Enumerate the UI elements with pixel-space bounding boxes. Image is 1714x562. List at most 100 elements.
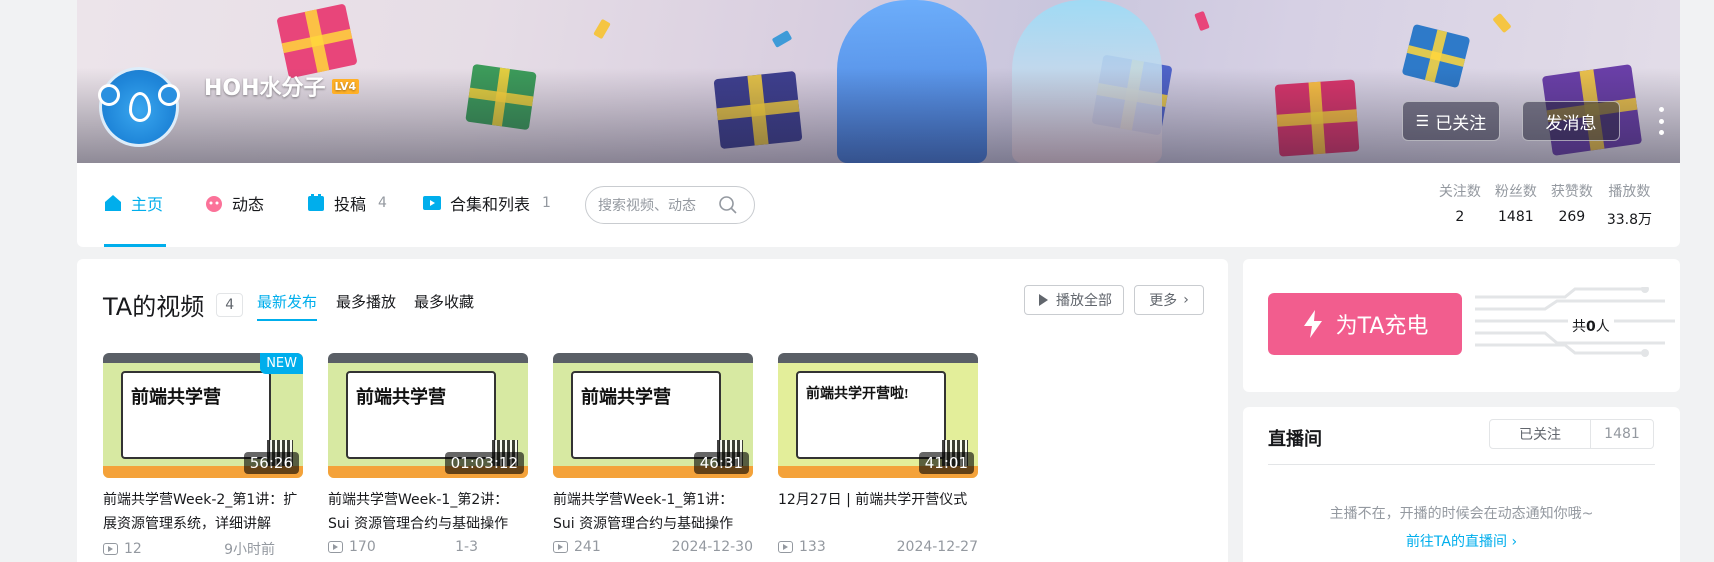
- video-card[interactable]: 前端共学开营啦! 41:01 12月27日 | 前端共学开营仪式 133 202…: [778, 353, 978, 555]
- play-count-icon: [103, 543, 118, 555]
- more-button[interactable]: 更多 ›: [1134, 285, 1204, 315]
- chevron-right-icon: ›: [1183, 292, 1189, 308]
- go-to-live-room-link[interactable]: 前往TA的直播间 ›: [1243, 531, 1680, 551]
- water-drop-icon: [129, 92, 151, 122]
- avatar[interactable]: [98, 67, 180, 147]
- charge-count-suffix: 人: [1595, 319, 1610, 335]
- live-followed-label[interactable]: 已关注: [1490, 420, 1591, 448]
- confetti-decoration: [1194, 10, 1210, 32]
- section-title-text: TA的视频: [103, 293, 205, 321]
- sort-most-played[interactable]: 最多播放: [336, 291, 396, 312]
- thumbnail-title: 前端共学营: [581, 387, 671, 407]
- live-follow-pill[interactable]: 已关注 1481: [1489, 419, 1654, 449]
- tab-dynamic[interactable]: 动态: [204, 191, 264, 215]
- thumbnail-panel: 前端共学营: [346, 371, 496, 459]
- view-count: 12: [103, 539, 142, 559]
- more-options-icon[interactable]: [1655, 107, 1667, 135]
- divider: [1268, 464, 1655, 465]
- tab-uploads-count: 4: [378, 195, 387, 211]
- video-meta: 241 2024-12-30: [553, 539, 753, 555]
- charge-card: 为TA充电 共0人: [1243, 259, 1680, 392]
- new-badge: NEW: [260, 353, 303, 374]
- publish-date: 2024-12-27: [896, 539, 978, 555]
- tab-collections[interactable]: 合集和列表 1: [422, 191, 551, 215]
- video-thumbnail[interactable]: 前端共学营 01:03:12: [328, 353, 528, 478]
- charge-count-prefix: 共: [1572, 319, 1586, 335]
- video-duration: 46:31: [693, 452, 749, 474]
- tab-collections-count: 1: [542, 195, 551, 211]
- live-room-title: 直播间: [1268, 429, 1322, 450]
- stats-group: 关注数 2 粉丝数 1481 获赞数 269 播放数 33.8万: [1439, 181, 1652, 229]
- live-follower-count: 1481: [1604, 426, 1640, 442]
- video-duration: 01:03:12: [444, 452, 524, 474]
- tab-dynamic-label: 动态: [232, 195, 265, 214]
- video-thumbnail[interactable]: 前端共学营 NEW 56:26: [103, 353, 303, 478]
- sort-most-favorited[interactable]: 最多收藏: [414, 291, 474, 312]
- thumbnail-title: 前端共学开营啦!: [806, 387, 909, 402]
- view-count-value: 241: [574, 539, 601, 555]
- publish-date: 9小时前: [224, 542, 275, 558]
- live-offline-message: 主播不在，开播的时候会在动态通知你哦~: [1329, 506, 1594, 522]
- tab-home[interactable]: 主页: [103, 191, 163, 215]
- video-thumbnail[interactable]: 前端共学营 46:31: [553, 353, 753, 478]
- profile-nav: 主页 动态 投稿 4 合集和列表 1 关注数 2 粉丝数 1481 获赞数 26…: [77, 163, 1680, 247]
- thumbnail-title: 前端共学营: [356, 387, 446, 407]
- play-icon: [1039, 294, 1048, 306]
- stat-likes: 获赞数 269: [1551, 181, 1593, 229]
- video-card[interactable]: 前端共学营 46:31 前端共学营Week-1_第1讲：Sui 资源管理合约与基…: [553, 353, 753, 555]
- followed-button-label: 已关注: [1435, 113, 1487, 134]
- space-search[interactable]: [585, 186, 755, 224]
- publish-date: 2024-12-30: [671, 539, 753, 555]
- tab-collections-label: 合集和列表: [450, 195, 531, 214]
- search-input[interactable]: [598, 197, 718, 213]
- stat-label: 粉丝数: [1494, 184, 1537, 200]
- view-count: 133: [778, 539, 826, 555]
- charge-button[interactable]: 为TA充电: [1268, 293, 1462, 355]
- stat-value: 1481: [1498, 209, 1534, 225]
- view-count-value: 12: [124, 541, 142, 557]
- video-meta: 133 2024-12-27: [778, 539, 978, 555]
- sort-underline: [257, 319, 317, 321]
- video-title[interactable]: 前端共学营Week-2_第1讲：扩展资源管理系统，详细讲解: [103, 488, 303, 536]
- confetti-decoration: [771, 30, 793, 48]
- video-title[interactable]: 前端共学营Week-1_第2讲：Sui 资源管理合约与基础操作: [328, 488, 528, 536]
- video-card[interactable]: 前端共学营 NEW 56:26 前端共学营Week-2_第1讲：扩展资源管理系统…: [103, 353, 303, 559]
- video-title[interactable]: 12月27日 | 前端共学开营仪式: [778, 488, 978, 536]
- video-title[interactable]: 前端共学营Week-1_第1讲：Sui 资源管理合约与基础操作: [553, 488, 753, 536]
- stat-label: 播放数: [1608, 184, 1651, 200]
- play-count-icon: [553, 541, 568, 553]
- send-message-button[interactable]: 发消息: [1522, 101, 1620, 141]
- view-count: 170: [328, 539, 376, 555]
- videos-section: TA的视频 4 最新发布 最多播放 最多收藏 播放全部 更多 › 前端共学营 N…: [77, 259, 1228, 562]
- video-duration: 56:26: [243, 452, 299, 474]
- username[interactable]: HOH水分子 LV4: [204, 70, 360, 102]
- stat-value: 33.8万: [1606, 212, 1652, 228]
- chevron-right-icon: ›: [1511, 534, 1518, 550]
- stat-plays: 播放数 33.8万: [1607, 181, 1652, 229]
- menu-icon: ☰: [1415, 112, 1430, 130]
- charge-button-label: 为TA充电: [1335, 314, 1429, 339]
- video-card[interactable]: 前端共学营 01:03:12 前端共学营Week-1_第2讲：Sui 资源管理合…: [328, 353, 528, 555]
- upload-icon: [308, 194, 324, 211]
- search-icon[interactable]: [718, 195, 738, 215]
- video-duration: 41:01: [918, 452, 974, 474]
- stat-following[interactable]: 关注数 2: [1439, 181, 1481, 229]
- stat-fans[interactable]: 粉丝数 1481: [1495, 181, 1537, 229]
- thumbnail-panel: 前端共学开营啦!: [796, 371, 946, 459]
- charge-count-value: 0: [1586, 319, 1596, 335]
- go-to-live-room-label: 前往TA的直播间: [1405, 534, 1507, 550]
- sort-latest[interactable]: 最新发布: [257, 291, 317, 312]
- thumbnail-title: 前端共学营: [131, 387, 221, 407]
- home-icon: [105, 195, 121, 211]
- tab-uploads-label: 投稿: [334, 195, 367, 214]
- stat-value: 2: [1455, 209, 1465, 225]
- followed-button[interactable]: ☰ 已关注: [1402, 101, 1500, 141]
- thumbnail-panel: 前端共学营: [571, 371, 721, 459]
- avatar-ear: [158, 84, 180, 106]
- confetti-decoration: [593, 18, 611, 40]
- play-all-button[interactable]: 播放全部: [1024, 285, 1124, 315]
- video-meta: 12 9小时前: [103, 539, 303, 559]
- tab-uploads[interactable]: 投稿 4: [306, 191, 387, 215]
- username-text: HOH水分子: [204, 76, 326, 101]
- video-thumbnail[interactable]: 前端共学开营啦! 41:01: [778, 353, 978, 478]
